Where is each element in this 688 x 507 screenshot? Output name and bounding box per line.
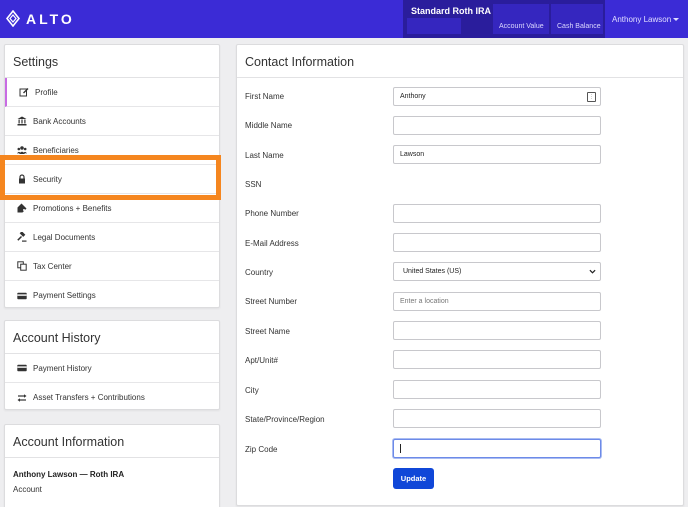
sidebar-item-label: Profile <box>35 87 58 97</box>
apt-unit-field[interactable] <box>393 350 601 369</box>
middle-name-field[interactable] <box>393 116 601 135</box>
settings-title: Settings <box>5 45 219 78</box>
sidebar-item-payment-history[interactable]: Payment History <box>5 354 219 383</box>
update-button[interactable]: Update <box>393 468 434 489</box>
sidebar-item-payment-settings[interactable]: Payment Settings <box>5 281 219 310</box>
account-holder-name: Anthony Lawson — Roth IRA <box>13 470 125 479</box>
email-label: E-Mail Address <box>245 239 299 248</box>
phone-label: Phone Number <box>245 209 299 218</box>
alto-logo-icon <box>6 10 20 27</box>
account-cell <box>407 18 461 34</box>
street-name-field[interactable] <box>393 321 601 340</box>
account-history-card: Account History Payment History Asset Tr… <box>4 320 220 410</box>
last-name-label: Last Name <box>245 151 284 160</box>
sidebar-item-label: Asset Transfers + Contributions <box>33 393 145 402</box>
apt-unit-label: Apt/Unit# <box>245 356 278 365</box>
last-name-value: Lawson <box>400 151 425 158</box>
street-name-label: Street Name <box>245 327 290 336</box>
credit-card-icon <box>16 290 27 301</box>
contact-information-card: Contact Information First Name Anthony ⋮… <box>236 44 684 506</box>
top-navbar: ALTO Standard Roth IRA Account Value Cas… <box>0 0 688 38</box>
sidebar-item-label: Payment Settings <box>33 291 96 300</box>
zip-code-label: Zip Code <box>245 445 278 454</box>
autofill-icon[interactable]: ⋮ <box>587 92 596 102</box>
sidebar-item-label: Payment History <box>33 363 92 373</box>
sidebar-item-bank-accounts[interactable]: Bank Accounts <box>5 107 219 136</box>
country-label: Country <box>245 268 274 277</box>
users-icon <box>16 145 27 156</box>
first-name-field[interactable]: Anthony ⋮ <box>393 87 601 106</box>
sidebar-item-label: Legal Documents <box>33 232 96 242</box>
gavel-icon <box>16 232 27 243</box>
account-information-title: Account Information <box>5 425 219 458</box>
first-name-label: First Name <box>245 92 285 101</box>
brand-logo[interactable]: ALTO <box>6 10 75 27</box>
city-field[interactable] <box>393 380 601 399</box>
sidebar-item-label: Tax Center <box>33 261 72 271</box>
zip-code-field[interactable] <box>393 439 601 458</box>
middle-name-label: Middle Name <box>245 121 293 130</box>
country-select[interactable]: United States (US) <box>393 262 601 281</box>
ssn-label: SSN <box>245 180 262 189</box>
country-value: United States (US) <box>403 268 462 275</box>
edit-icon <box>18 87 29 98</box>
account-information-card: Account Information Anthony Lawson — Rot… <box>4 424 220 507</box>
account-information-sub: Account <box>13 485 42 494</box>
text-cursor <box>400 444 401 453</box>
contact-information-title: Contact Information <box>237 45 683 78</box>
user-menu[interactable]: Anthony Lawson <box>612 15 680 24</box>
sidebar-item-label: Promotions + Benefits <box>33 203 112 213</box>
exchange-icon <box>16 392 27 403</box>
account-value-label: Account Value <box>499 23 544 30</box>
sidebar-item-legal-documents[interactable]: Legal Documents <box>5 223 219 252</box>
caret-down-icon <box>673 18 680 22</box>
sidebar-item-label: Beneficiaries <box>33 145 79 155</box>
street-number-label: Street Number <box>245 297 298 306</box>
brand-name: ALTO <box>26 10 75 27</box>
state-field[interactable] <box>393 409 601 428</box>
copy-icon <box>16 261 27 272</box>
sidebar-item-label: Bank Accounts <box>33 116 86 126</box>
sidebar-item-asset-transfers[interactable]: Asset Transfers + Contributions <box>5 383 219 412</box>
street-number-field[interactable]: Enter a location <box>393 292 601 311</box>
last-name-field[interactable]: Lawson <box>393 145 601 164</box>
cash-balance-label: Cash Balance <box>557 23 601 30</box>
bank-icon <box>16 116 27 127</box>
sidebar-item-tax-center[interactable]: Tax Center <box>5 252 219 281</box>
email-field[interactable] <box>393 233 601 252</box>
street-number-placeholder: Enter a location <box>400 298 449 305</box>
phone-field[interactable] <box>393 204 601 223</box>
account-history-title: Account History <box>5 321 219 354</box>
first-name-value: Anthony <box>400 93 426 100</box>
security-highlight <box>0 155 221 200</box>
city-label: City <box>245 386 259 395</box>
account-summary[interactable]: Standard Roth IRA Account Value Cash Bal… <box>403 0 605 38</box>
user-name: Anthony Lawson <box>612 15 672 24</box>
state-label: State/Province/Region <box>245 415 325 424</box>
chevron-down-icon <box>589 268 596 277</box>
account-name: Standard Roth IRA <box>411 6 491 16</box>
tag-icon <box>16 203 27 214</box>
credit-card-icon <box>16 363 27 374</box>
sidebar-item-profile[interactable]: Profile <box>5 78 219 107</box>
